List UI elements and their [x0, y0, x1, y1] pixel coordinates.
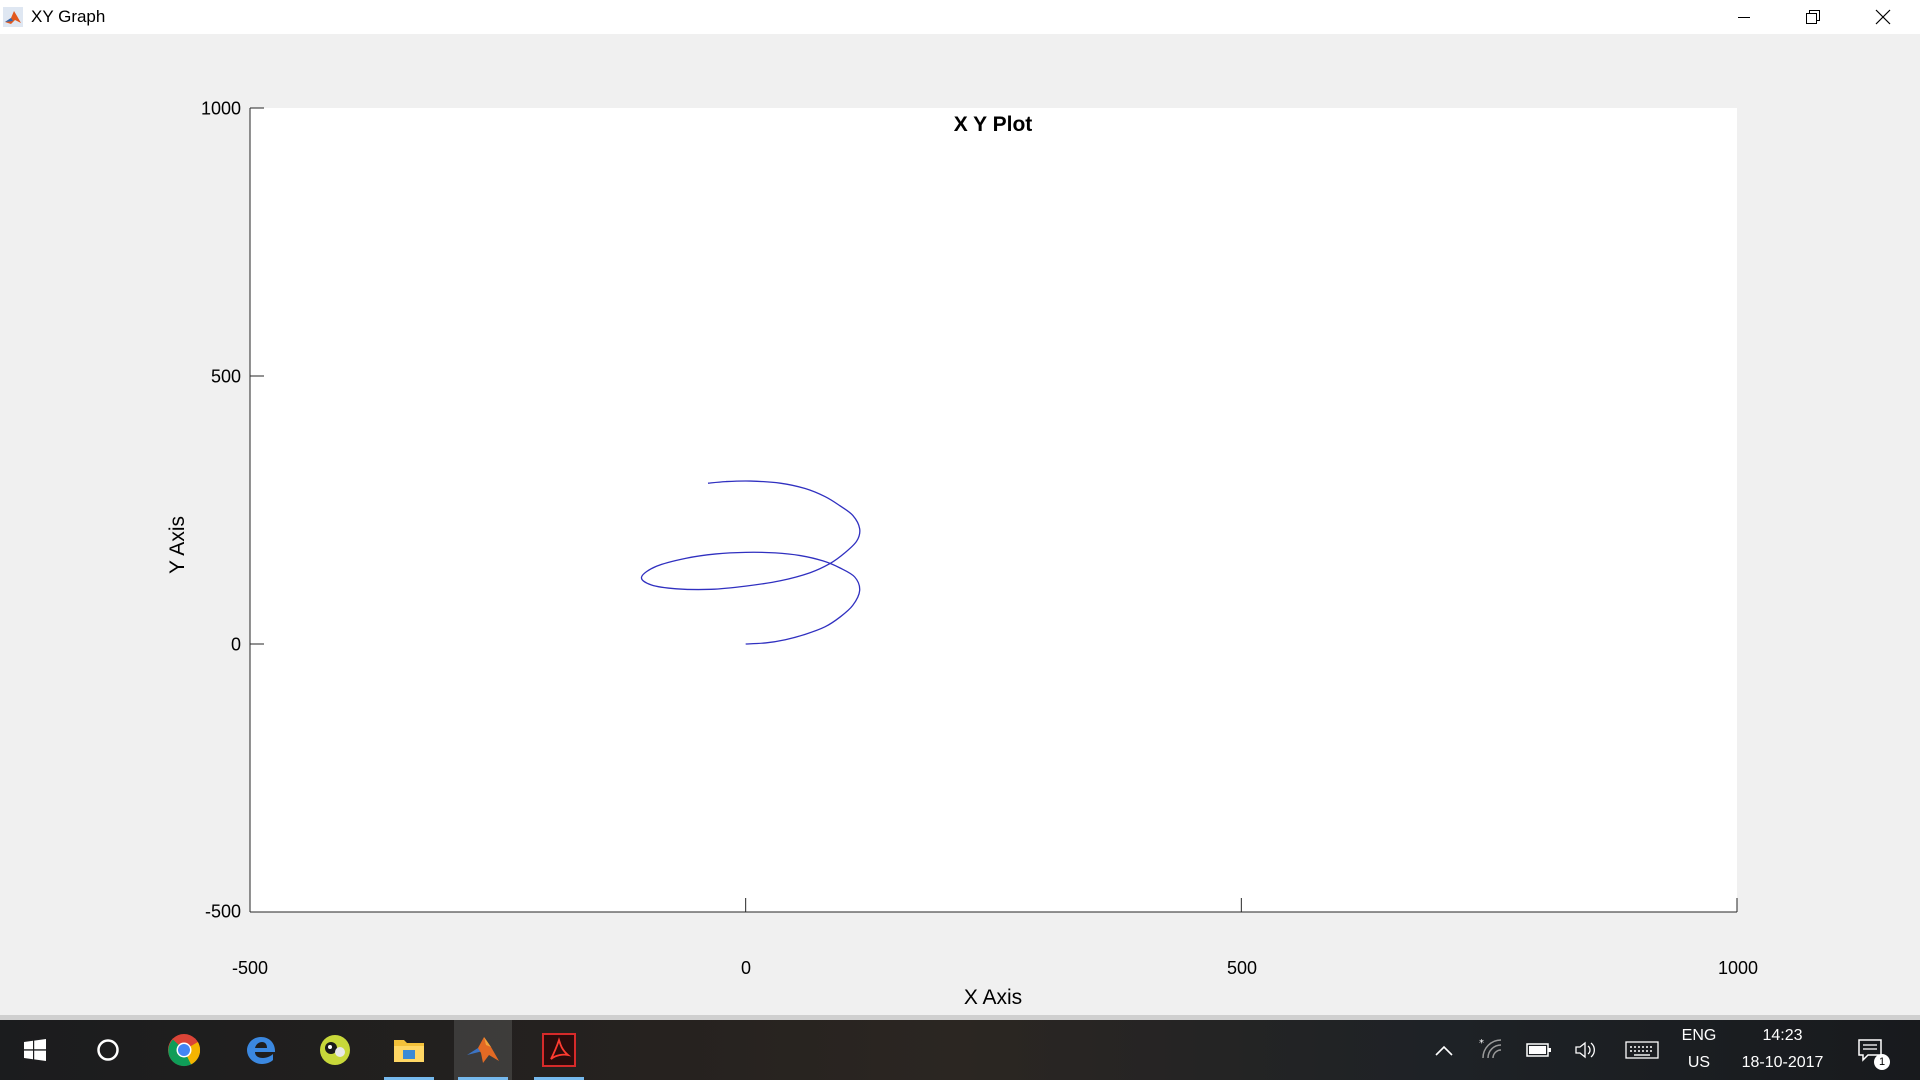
close-button[interactable] — [1848, 0, 1918, 34]
start-button[interactable] — [6, 1020, 64, 1080]
taskbar-app-green[interactable] — [306, 1020, 364, 1080]
battery-button[interactable] — [1525, 1038, 1553, 1062]
touch-keyboard-button[interactable] — [1624, 1038, 1660, 1062]
speaker-icon — [1575, 1041, 1595, 1059]
restore-button[interactable] — [1778, 0, 1848, 34]
matlab-logo-icon — [467, 1037, 499, 1063]
y-tick-label: -500 — [204, 901, 241, 922]
matlab-icon — [3, 7, 23, 27]
y-tick-label: 1000 — [200, 98, 241, 119]
x-tick-label: -500 — [231, 958, 269, 978]
y-tick-label: 0 — [230, 634, 241, 655]
clock-date[interactable]: 18-10-2017 — [1730, 1054, 1835, 1072]
acrobat-icon — [542, 1033, 576, 1067]
input-language[interactable]: ENG — [1680, 1027, 1718, 1045]
x-tick-label: 0 — [740, 958, 752, 978]
cortana-icon — [97, 1039, 119, 1061]
folder-icon — [394, 1040, 424, 1062]
window-title: XY Graph — [31, 7, 106, 26]
axes-area — [250, 108, 1737, 912]
minimize-button[interactable] — [1709, 0, 1779, 34]
minimize-icon — [1738, 17, 1750, 18]
network-button[interactable]: * — [1478, 1038, 1506, 1062]
input-region[interactable]: US — [1680, 1054, 1718, 1072]
figure-window: X Y Plot Y Axis X Axis -500 0 500 1000 -… — [0, 34, 1920, 1020]
taskbar-acrobat[interactable] — [530, 1020, 588, 1080]
x-axis-label: X Axis — [963, 986, 1023, 1009]
volume-button[interactable] — [1572, 1038, 1600, 1062]
taskbar-edge[interactable] — [232, 1020, 290, 1080]
action-center-button[interactable]: 1 — [1854, 1036, 1890, 1070]
x-tick-label: 1000 — [1717, 958, 1759, 978]
taskbar-matlab[interactable] — [454, 1020, 512, 1080]
wifi-icon: * — [1479, 1038, 1502, 1059]
svg-text:*: * — [1479, 1038, 1484, 1049]
y-tick-label: 500 — [210, 366, 241, 387]
chevron-up-icon — [1435, 1045, 1453, 1056]
x-tick-label: 500 — [1226, 958, 1258, 978]
windows-logo-icon — [24, 1039, 46, 1061]
search-button[interactable] — [79, 1020, 137, 1080]
taskbar: * ENG US 14:23 18-10-2017 1 — [0, 1020, 1920, 1080]
keyboard-icon — [1625, 1041, 1659, 1059]
show-hidden-icons-button[interactable] — [1430, 1038, 1458, 1062]
chrome-icon — [168, 1034, 201, 1067]
plot-canvas — [249, 107, 1738, 913]
battery-icon — [1526, 1043, 1551, 1057]
taskbar-chrome[interactable] — [155, 1020, 213, 1080]
clock-time[interactable]: 14:23 — [1730, 1027, 1835, 1045]
taskbar-file-explorer[interactable] — [380, 1020, 438, 1080]
chart-title: X Y Plot — [953, 113, 1033, 136]
notification-badge: 1 — [1874, 1054, 1890, 1070]
close-icon — [1875, 9, 1891, 25]
y-axis-label: Y Axis — [166, 516, 189, 574]
restore-icon — [1806, 10, 1820, 24]
title-bar: XY Graph — [0, 0, 1920, 34]
edge-icon — [247, 1037, 276, 1064]
green-ball-icon — [320, 1035, 350, 1065]
